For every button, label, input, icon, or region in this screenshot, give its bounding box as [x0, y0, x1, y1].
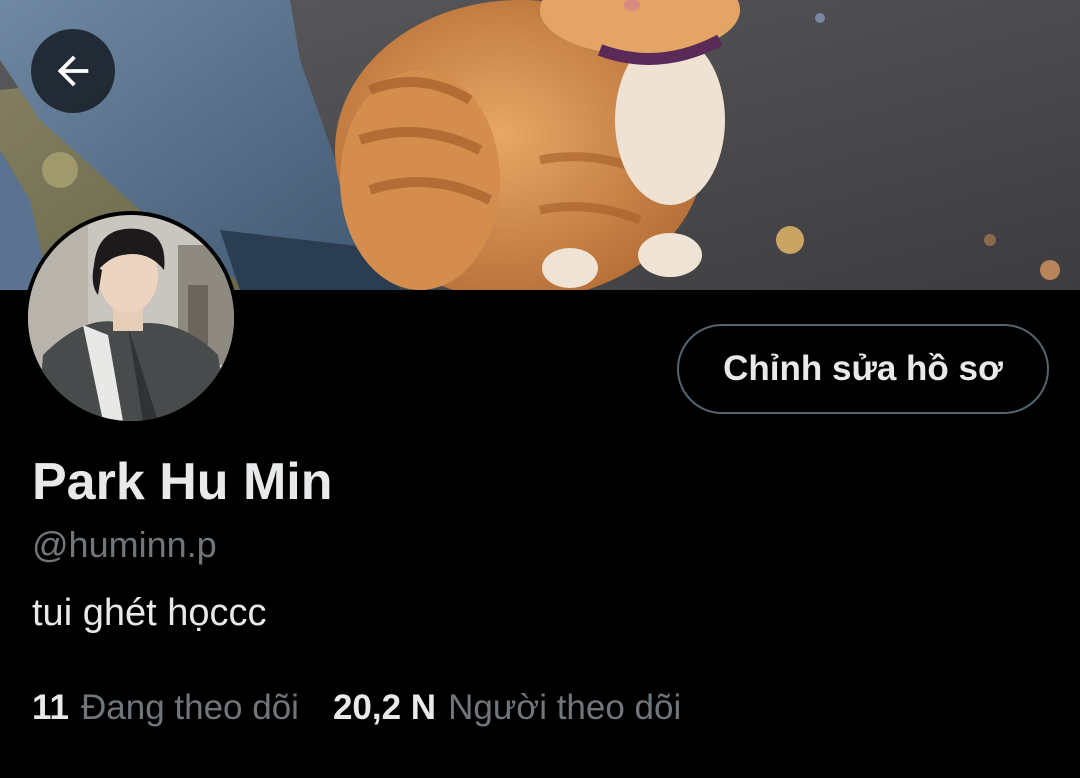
display-name: Park Hu Min	[32, 453, 333, 511]
profile-avatar[interactable]	[24, 211, 238, 425]
followers-stat[interactable]: 20,2 N Người theo dõi	[333, 688, 681, 728]
avatar-photo	[28, 215, 234, 421]
follow-stats: 11 Đang theo dõi 20,2 N Người theo dõi	[32, 688, 681, 728]
username-handle: @huminn.p	[32, 524, 217, 565]
following-label: Đang theo dõi	[81, 688, 299, 727]
arrow-left-icon	[57, 55, 89, 87]
edit-profile-button[interactable]: Chỉnh sửa hồ sơ	[677, 324, 1049, 414]
following-stat[interactable]: 11 Đang theo dõi	[32, 688, 299, 728]
following-count: 11	[32, 688, 69, 727]
followers-count: 20,2 N	[332, 688, 437, 727]
followers-label: Người theo dõi	[448, 688, 682, 727]
back-button[interactable]	[31, 29, 115, 113]
profile-bio: tui ghét họccc	[32, 592, 267, 634]
